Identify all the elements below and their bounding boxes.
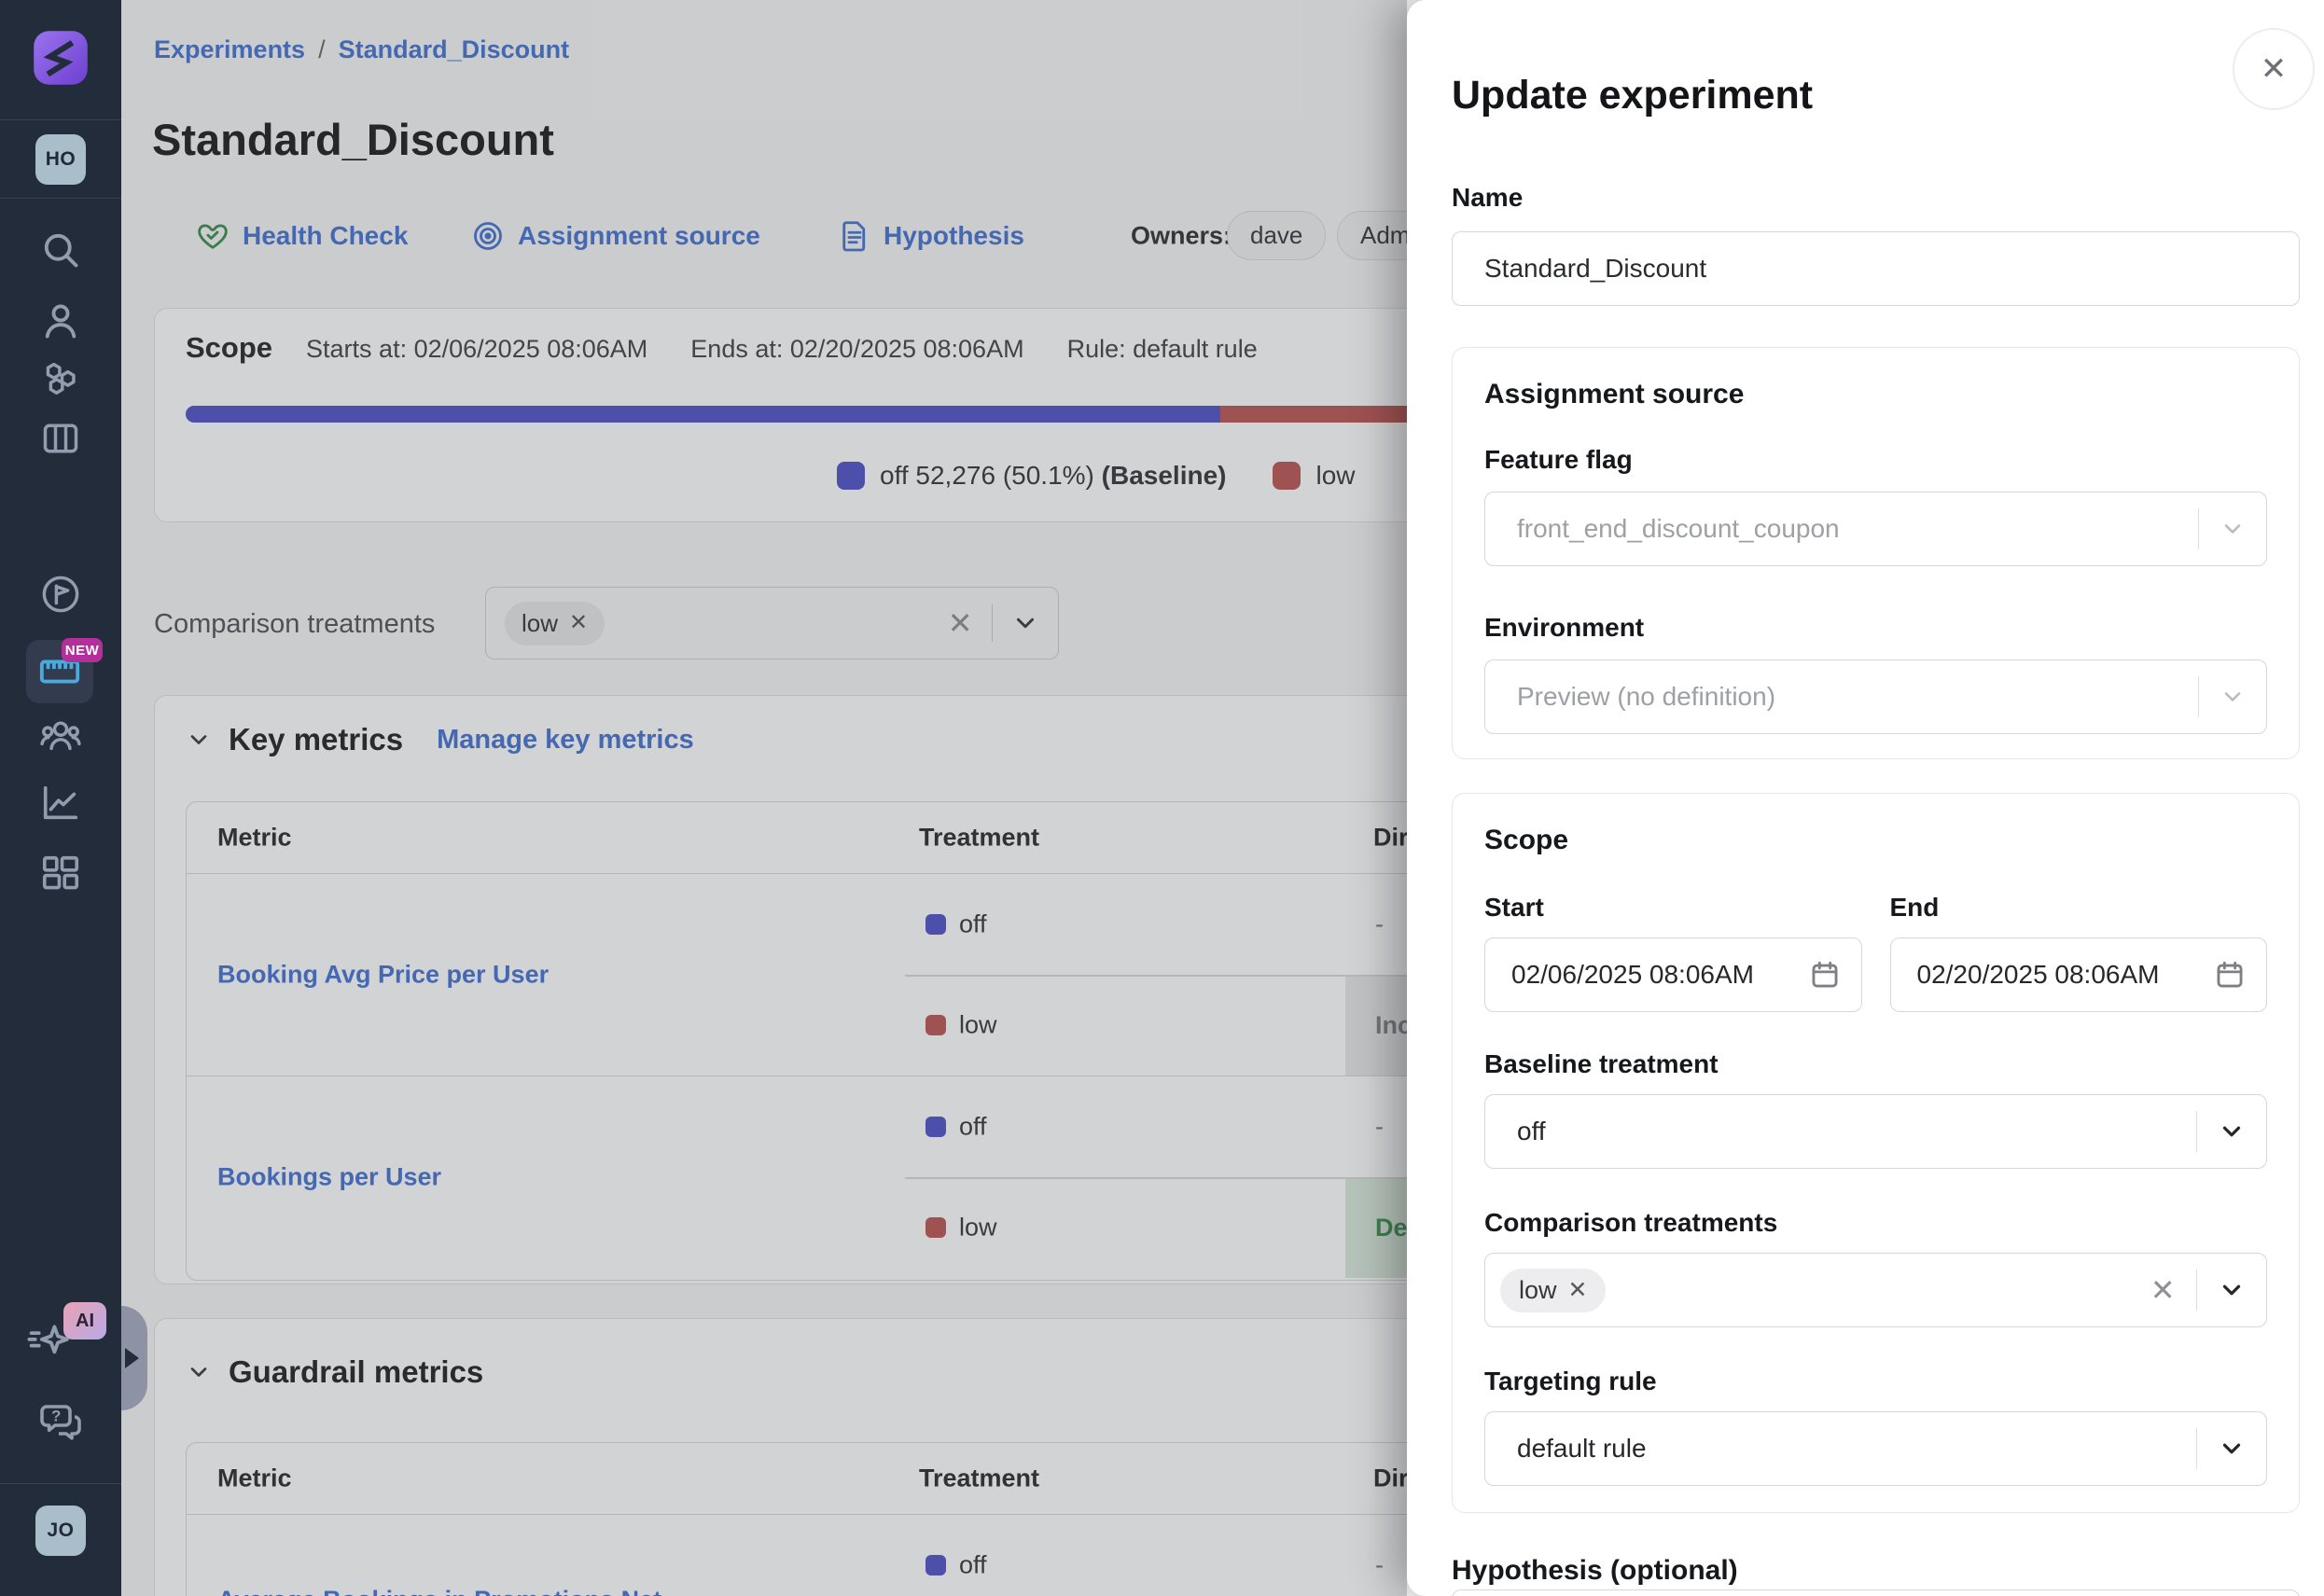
- sidebar-item-columns[interactable]: [0, 418, 121, 459]
- people-group-icon: [39, 715, 82, 757]
- person-icon: [40, 300, 81, 341]
- sidebar-expand-handle[interactable]: [121, 1306, 147, 1410]
- workspace-badge: HO: [35, 134, 86, 185]
- sidebar-item-help[interactable]: ?: [0, 1399, 121, 1444]
- sidebar-item-dashboards[interactable]: [0, 853, 121, 895]
- columns-icon: [40, 418, 81, 459]
- select-divider: [2198, 676, 2200, 717]
- close-icon: ✕: [2261, 50, 2288, 88]
- chevron-right-icon: [125, 1348, 139, 1368]
- app-logo-icon: [33, 30, 89, 86]
- select-divider: [2198, 508, 2200, 549]
- select-divider: [2196, 1428, 2198, 1469]
- environment-select[interactable]: Preview (no definition): [1484, 659, 2267, 734]
- sidebar-item-ai-assistant[interactable]: AI: [26, 1315, 99, 1371]
- end-date-field[interactable]: 02/20/2025 08:06AM: [1890, 937, 2268, 1012]
- ai-badge: AI: [63, 1302, 106, 1339]
- select-divider: [2196, 1111, 2198, 1152]
- hypothesis-textarea[interactable]: [1452, 1589, 2300, 1596]
- sidebar-item-analytics[interactable]: [0, 782, 121, 825]
- name-field[interactable]: Standard_Discount: [1452, 231, 2300, 306]
- new-badge: NEW: [62, 638, 103, 662]
- hexagons-icon: [40, 358, 81, 399]
- calendar-icon: [1809, 959, 1841, 991]
- line-chart-icon: [39, 782, 82, 825]
- start-label: Start: [1484, 893, 1862, 923]
- feature-flag-label: Feature flag: [1484, 445, 2267, 475]
- comparison-treatments-multiselect[interactable]: low ✕ ✕: [1484, 1253, 2267, 1327]
- start-date-field[interactable]: 02/06/2025 08:06AM: [1484, 937, 1862, 1012]
- sidebar-item-releases[interactable]: [0, 573, 121, 616]
- baseline-treatment-label: Baseline treatment: [1484, 1049, 2267, 1079]
- sidebar-divider: [0, 119, 121, 120]
- user-avatar: JO: [35, 1506, 86, 1556]
- sidebar-item-users[interactable]: [0, 300, 121, 341]
- chevron-down-icon: [2218, 1117, 2246, 1145]
- modal-overlay[interactable]: [121, 0, 1407, 1596]
- comparison-treatments-label: Comparison treatments: [1484, 1208, 2267, 1238]
- workspace-switcher[interactable]: HO: [0, 134, 121, 185]
- panel-title: Update experiment: [1452, 71, 2300, 119]
- feature-flag-select[interactable]: front_end_discount_coupon: [1484, 492, 2267, 566]
- svg-text:?: ?: [51, 1408, 61, 1425]
- sidebar-item-features[interactable]: [0, 358, 121, 399]
- sidebar: HO NEW: [0, 0, 121, 1596]
- scope-title: Scope: [1484, 822, 2267, 859]
- dashboard-grid-icon: [39, 853, 82, 895]
- assignment-source-card: Assignment source Feature flag front_end…: [1452, 347, 2300, 759]
- scope-card: Scope Start 02/06/2025 08:06AM End 02/20…: [1452, 793, 2300, 1513]
- flag-circle-icon: [39, 573, 82, 616]
- sidebar-divider: [0, 1483, 121, 1484]
- targeting-rule-select[interactable]: default rule: [1484, 1411, 2267, 1486]
- chevron-down-icon: [2218, 1276, 2246, 1304]
- search-icon: [40, 229, 81, 271]
- targeting-rule-label: Targeting rule: [1484, 1367, 2267, 1396]
- update-experiment-panel: ✕ Update experiment Name Standard_Discou…: [1407, 0, 2324, 1596]
- assignment-source-title: Assignment source: [1484, 376, 2267, 413]
- select-divider: [2196, 1270, 2198, 1311]
- app-logo[interactable]: [0, 30, 121, 86]
- hypothesis-optional-label: Hypothesis (optional): [1452, 1556, 2300, 1586]
- help-chat-icon: ?: [38, 1399, 83, 1444]
- chip-remove-icon[interactable]: ✕: [1568, 1279, 1588, 1302]
- chevron-down-icon: [2220, 684, 2246, 710]
- name-label: Name: [1452, 183, 2300, 213]
- sidebar-divider: [0, 198, 121, 199]
- environment-label: Environment: [1484, 613, 2267, 643]
- end-label: End: [1890, 893, 2268, 923]
- treatment-chip-low[interactable]: low ✕: [1500, 1269, 1606, 1312]
- close-button[interactable]: ✕: [2233, 28, 2315, 110]
- clear-icon[interactable]: ✕: [2150, 1275, 2176, 1305]
- sidebar-item-search[interactable]: [0, 229, 121, 271]
- baseline-treatment-select[interactable]: off: [1484, 1094, 2267, 1169]
- calendar-icon: [2214, 959, 2246, 991]
- chevron-down-icon: [2218, 1435, 2246, 1463]
- sidebar-item-audiences[interactable]: [0, 715, 121, 757]
- user-menu[interactable]: JO: [0, 1506, 121, 1556]
- chevron-down-icon: [2220, 516, 2246, 542]
